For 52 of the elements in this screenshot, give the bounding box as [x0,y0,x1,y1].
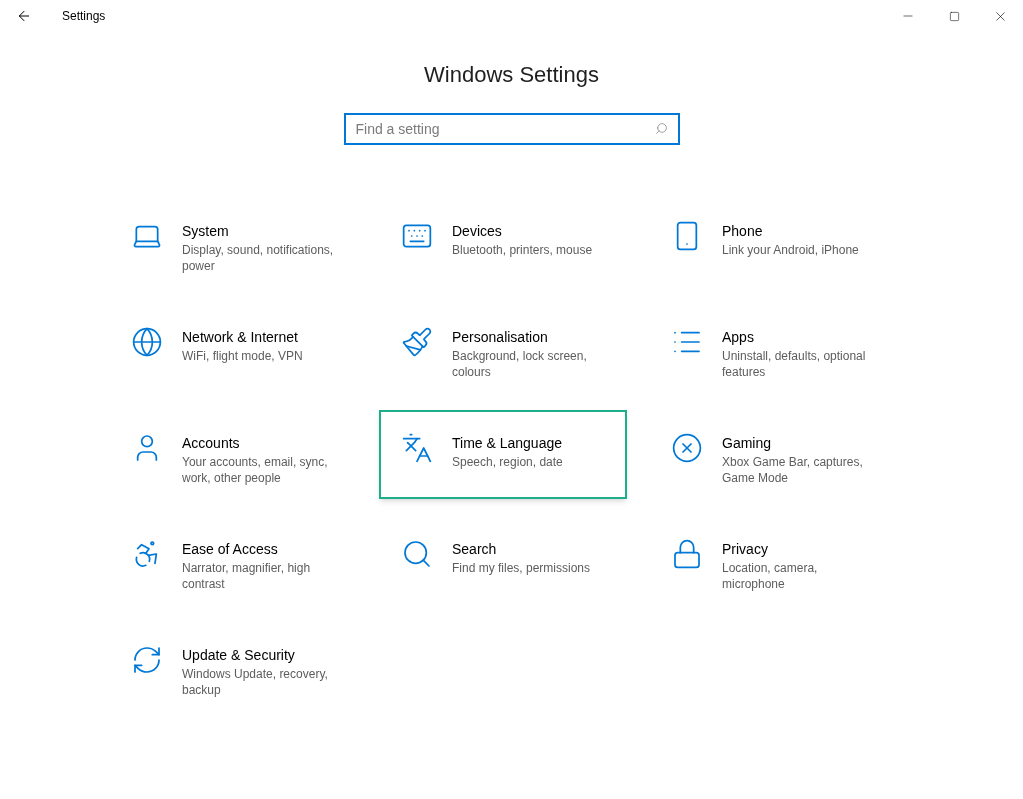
search-icon [401,538,433,570]
refresh-icon [131,644,163,676]
category-description: Background, lock screen, colours [452,348,588,380]
category-description: Display, sound, notifications, power [182,242,335,274]
settings-category-tile[interactable]: Gaming Xbox Game Bar, captures, Game Mode [649,410,897,499]
settings-category-tile[interactable]: Search Find my files, permissions [379,516,627,605]
category-title: Apps [722,328,755,346]
category-description: Narrator, magnifier, high contrast [182,560,312,592]
settings-category-tile[interactable]: Personalisation Background, lock screen, colours [379,304,627,393]
category-description: Xbox Game Bar, captures, Game Mode [722,454,864,486]
category-title: Devices [452,222,503,240]
category-description: Find my files, permissions [452,560,591,576]
settings-category-tile[interactable]: Update & Security Windows Update, recovery, backup [109,622,357,711]
category-title: Ease of Access [182,540,279,558]
settings-category-tile[interactable]: Network & Internet WiFi, flight mode, VPN [109,304,357,393]
language-icon [401,432,433,464]
globe-icon [131,326,163,358]
category-title: Update & Security [182,646,296,664]
page-heading: Windows Settings [424,61,599,89]
category-description: Link your Android, iPhone [722,242,859,258]
category-title: Phone [722,222,764,240]
category-title: System [182,222,230,240]
category-description: Uninstall, defaults, optional features [722,348,867,380]
category-description: Windows Update, recovery, backup [182,666,329,698]
category-description: Speech, region, date [452,454,563,470]
category-title: Gaming [722,434,773,452]
settings-category-tile[interactable]: Time & Language Speech, region, date [379,410,627,499]
settings-category-tile[interactable]: System Display, sound, notifications, power [109,198,357,287]
category-title: Network & Internet [182,328,299,346]
search-field[interactable]: Find a setting [343,113,680,145]
settings-category-tile[interactable]: Phone Link your Android, iPhone [649,198,897,287]
settings-category-tile[interactable]: Ease of Access Narrator, magnifier, high contrast [109,516,357,605]
settings-category-tile[interactable]: Devices Bluetooth, printers, mouse [379,198,627,287]
category-description: WiFi, flight mode, VPN [182,348,303,364]
settings-category-tile[interactable]: Apps Uninstall, defaults, optional features [649,304,897,393]
search-icon [654,122,668,135]
settings-category-tile[interactable]: Privacy Location, camera, microphone [649,516,897,605]
category-title: Time & Language [452,434,563,452]
category-description: Bluetooth, printers, mouse [452,242,593,258]
category-title: Accounts [182,434,241,452]
window-title: Settings [62,8,106,25]
category-description: Location, camera, microphone [722,560,819,592]
padlock-icon [671,538,703,570]
category-title: Search [452,540,498,558]
settings-category-tile[interactable]: Accounts Your accounts, email, sync, work, other people [109,410,357,499]
category-description: Your accounts, email, sync, work, other people [182,454,329,486]
category-title: Personalisation [452,328,549,346]
maximize-icon [948,10,960,22]
paintbrush-icon [401,326,433,358]
back-arrow-icon [16,8,32,24]
category-title: Privacy [722,540,769,558]
circle-x-icon [671,432,703,464]
